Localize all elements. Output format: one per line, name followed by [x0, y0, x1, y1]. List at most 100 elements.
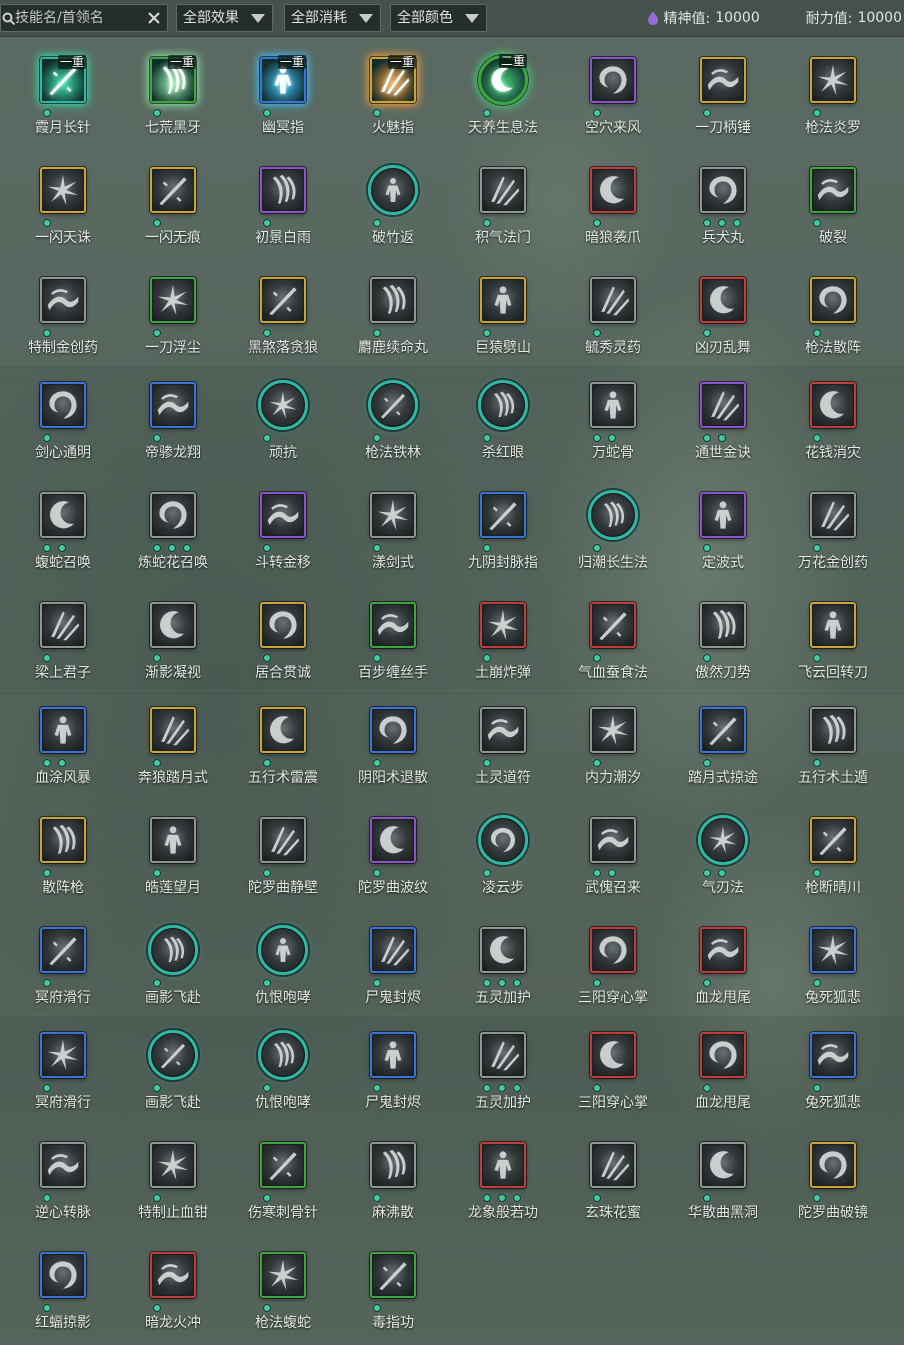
skill-icon[interactable] [260, 277, 306, 323]
skill-icon[interactable] [810, 382, 856, 428]
skill-icon[interactable] [370, 277, 416, 323]
skill-icon[interactable] [480, 1032, 526, 1078]
skill-icon[interactable] [700, 277, 746, 323]
skill-cell[interactable]: 一重 七荒黑牙 [118, 40, 228, 150]
skill-cell[interactable]: 血龙甩尾 [668, 1015, 778, 1125]
skill-icon[interactable]: 一重 [40, 55, 86, 103]
skill-cell[interactable]: 枪法铁林 [338, 365, 448, 475]
skill-cell[interactable]: 武傀召来 [558, 800, 668, 910]
skill-cell[interactable]: 杀红眼 [448, 365, 558, 475]
skill-cell[interactable]: 积气法门 [448, 150, 558, 260]
skill-cell[interactable]: 花钱消灾 [778, 365, 888, 475]
skill-cell[interactable]: 龙象般若功 [448, 1125, 558, 1235]
skill-cell[interactable]: 气血蚕食法 [558, 585, 668, 695]
skill-cell[interactable]: 凌云步 [448, 800, 558, 910]
skill-icon[interactable] [810, 277, 856, 323]
skill-cell[interactable]: 冥府滑行 [8, 910, 118, 1020]
skill-icon[interactable] [260, 1142, 306, 1188]
skill-icon[interactable] [40, 1032, 86, 1078]
skill-cell[interactable]: 九阴封脉指 [448, 475, 558, 585]
skill-cell[interactable]: 毒指功 [338, 1235, 448, 1345]
skill-cell[interactable]: 一重 幽冥指 [228, 40, 338, 150]
skill-icon[interactable] [700, 1142, 746, 1188]
skill-cell[interactable]: 一重 霞月长针 [8, 40, 118, 150]
skill-cell[interactable]: 枪法炎罗 [778, 40, 888, 150]
skill-icon[interactable] [40, 707, 86, 753]
skill-icon[interactable] [810, 167, 856, 213]
skill-cell[interactable]: 一闪天诛 [8, 150, 118, 260]
skill-cell[interactable]: 空穴来风 [558, 40, 668, 150]
skill-icon[interactable] [588, 490, 638, 540]
color-filter-dropdown[interactable]: 全部颜色 [390, 4, 487, 32]
skill-cell[interactable]: 居合贯诚 [228, 585, 338, 695]
skill-icon[interactable] [370, 1142, 416, 1188]
skill-icon[interactable] [40, 277, 86, 323]
skill-cell[interactable]: 暗龙火冲 [118, 1235, 228, 1345]
skill-icon[interactable] [150, 602, 196, 648]
clear-search-button[interactable] [147, 11, 161, 25]
skill-icon[interactable] [370, 927, 416, 973]
skill-cell[interactable]: 五灵加护 [448, 1015, 558, 1125]
skill-cell[interactable]: 内力潮汐 [558, 690, 668, 800]
skill-icon[interactable] [260, 707, 306, 753]
skill-cell[interactable]: 五行术雷震 [228, 690, 338, 800]
skill-icon[interactable] [260, 817, 306, 863]
skill-icon[interactable] [810, 927, 856, 973]
skill-cell[interactable]: 破竹返 [338, 150, 448, 260]
skill-icon[interactable] [368, 380, 418, 430]
skill-cell[interactable]: 尸鬼封烬 [338, 910, 448, 1020]
skill-cell[interactable]: 黑煞落贪狼 [228, 260, 338, 370]
skill-icon[interactable] [700, 602, 746, 648]
skill-cell[interactable]: 飞云回转刀 [778, 585, 888, 695]
skill-cell[interactable]: 枪法蝮蛇 [228, 1235, 338, 1345]
skill-icon[interactable] [590, 1142, 636, 1188]
skill-cell[interactable]: 土崩炸弹 [448, 585, 558, 695]
skill-icon[interactable] [700, 707, 746, 753]
skill-icon[interactable] [370, 1032, 416, 1078]
skill-icon[interactable] [480, 492, 526, 538]
skill-cell[interactable]: 阴阳术退散 [338, 690, 448, 800]
skill-cell[interactable]: 冥府滑行 [8, 1015, 118, 1125]
skill-icon[interactable] [590, 602, 636, 648]
skill-icon[interactable] [258, 380, 308, 430]
skill-icon[interactable]: 一重 [370, 55, 416, 103]
skill-cell[interactable]: 红蝠掠影 [8, 1235, 118, 1345]
skill-icon[interactable] [698, 815, 748, 865]
skill-icon[interactable] [700, 927, 746, 973]
skill-icon[interactable] [810, 707, 856, 753]
skill-cell[interactable]: 画影飞赴 [118, 1015, 228, 1125]
skill-icon[interactable] [40, 167, 86, 213]
skill-cell[interactable]: 兔死狐悲 [778, 910, 888, 1020]
skill-icon[interactable] [370, 817, 416, 863]
skill-icon[interactable] [150, 277, 196, 323]
skill-cell[interactable]: 定波式 [668, 475, 778, 585]
skill-icon[interactable] [480, 167, 526, 213]
skill-cell[interactable]: 蝮蛇召唤 [8, 475, 118, 585]
skill-icon[interactable] [590, 57, 636, 103]
skill-icon[interactable] [810, 1032, 856, 1078]
search-box[interactable] [0, 4, 168, 32]
close-icon[interactable] [148, 12, 160, 24]
skill-cell[interactable]: 二重 天养生息法 [448, 40, 558, 150]
skill-cell[interactable]: 皓莲望月 [118, 800, 228, 910]
skill-cell[interactable]: 土灵道符 [448, 690, 558, 800]
skill-icon[interactable] [480, 602, 526, 648]
skill-icon[interactable] [148, 1030, 198, 1080]
skill-icon[interactable] [260, 1252, 306, 1298]
skill-cell[interactable]: 梁上君子 [8, 585, 118, 695]
skill-icon[interactable] [480, 277, 526, 323]
skill-cell[interactable]: 尸鬼封烬 [338, 1015, 448, 1125]
skill-icon[interactable] [590, 817, 636, 863]
skill-cell[interactable]: 傲然刀势 [668, 585, 778, 695]
skill-icon[interactable] [810, 1142, 856, 1188]
skill-icon[interactable] [40, 1252, 86, 1298]
skill-cell[interactable]: 万蛇骨 [558, 365, 668, 475]
skill-cell[interactable]: 仇恨咆哮 [228, 1015, 338, 1125]
skill-cell[interactable]: 万花金创药 [778, 475, 888, 585]
skill-icon[interactable] [368, 165, 418, 215]
skill-cell[interactable]: 一刀柄锤 [668, 40, 778, 150]
skill-cell[interactable]: 百步缠丝手 [338, 585, 448, 695]
skill-cell[interactable]: 兵犬丸 [668, 150, 778, 260]
skill-cell[interactable]: 归潮长生法 [558, 475, 668, 585]
skill-icon[interactable] [700, 167, 746, 213]
